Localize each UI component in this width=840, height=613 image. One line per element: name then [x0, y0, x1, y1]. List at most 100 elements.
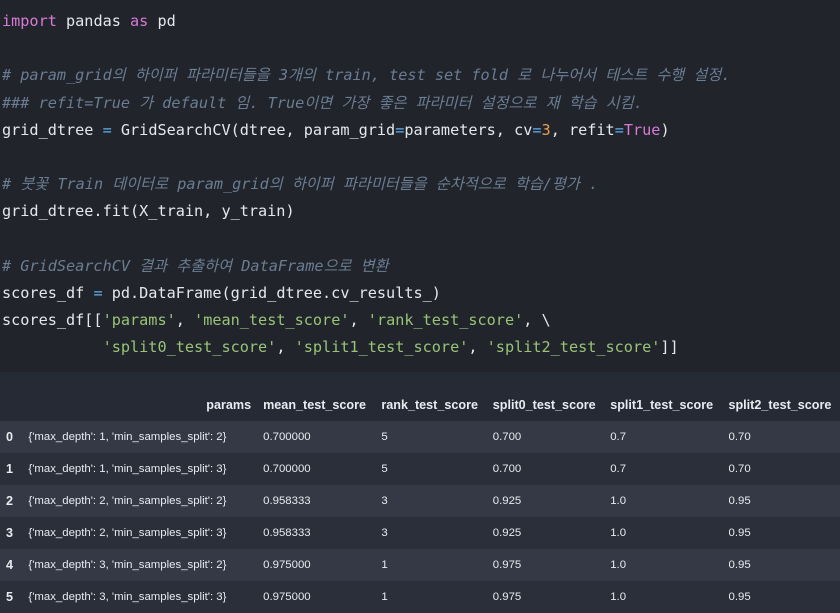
- code-token: =: [614, 120, 624, 139]
- code-token: import: [2, 12, 57, 30]
- table-row: 1 {'max_depth': 1, 'min_samples_split': 3…: [0, 453, 840, 485]
- table-row: 5 {'max_depth': 3, 'min_samples_split': 3…: [0, 581, 840, 613]
- code-token: =: [395, 120, 405, 139]
- table-cell: 0.700: [486, 421, 605, 453]
- table-body: 0 {'max_depth': 1, 'min_samples_split': 2…: [0, 421, 840, 613]
- code-token: scores_df[[: [2, 311, 103, 330]
- table-cell: 0.95: [722, 485, 840, 517]
- table-cell: 0.95: [722, 581, 840, 613]
- table-cell: 0.95: [722, 549, 840, 581]
- table-cell: 0.975: [486, 581, 605, 613]
- code-token: ,: [175, 311, 195, 330]
- table-cell: {'max_depth': 2, 'min_samples_split': 2}: [22, 485, 258, 517]
- table-cell: 5: [375, 421, 487, 453]
- table-cell: 5: [375, 453, 487, 485]
- code-line: scores_df[['params', 'mean_test_score' , …: [2, 307, 731, 334]
- column-header-mean-test-score: mean_test_score: [257, 389, 376, 421]
- code-token: =: [102, 120, 112, 139]
- table-cell: 0.7: [604, 453, 723, 485]
- code-token: =: [532, 120, 542, 139]
- index-header: [0, 389, 23, 421]
- code-token: =: [93, 283, 103, 302]
- code-token: 'rank_test_score': [367, 311, 524, 330]
- code-line: grid_dtree.fit(X_train, y_train): [2, 198, 731, 225]
- table-cell: {'max_depth': 3, 'min_samples_split': 2}: [22, 549, 258, 581]
- table-row: 3 {'max_depth': 2, 'min_samples_split': 3…: [0, 517, 840, 549]
- table-cell: 1.0: [604, 517, 723, 549]
- code-token: ### refit=True 가 default 임. True이면 가장 좋은…: [2, 93, 643, 112]
- table-cell: 0.925: [486, 517, 605, 549]
- column-header-split2-test-score: split2_test_score: [722, 389, 840, 421]
- code-token: as: [130, 12, 149, 30]
- code-line: ### refit=True 가 default 임. True이면 가장 좋은…: [2, 90, 731, 117]
- code-token: True: [623, 120, 661, 139]
- code-token: , \: [523, 311, 551, 330]
- code-line: grid_dtree = GridSearchCV(dtree, param_g…: [2, 117, 731, 144]
- table-cell: 0.95: [722, 517, 840, 549]
- column-header-split1-test-score: split1_test_score: [604, 389, 723, 421]
- code-editor[interactable]: import pandas as pd # param_grid의 하이퍼 파라미…: [2, 8, 731, 361]
- table-cell: 1.0: [604, 485, 723, 517]
- column-header-rank-test-score: rank_test_score: [375, 389, 487, 421]
- code-token: ): [660, 120, 670, 139]
- code-token: 'split1_test_score': [294, 338, 469, 357]
- table-cell: 1: [375, 581, 487, 613]
- table-row: 4 {'max_depth': 3, 'min_samples_split': 2…: [0, 549, 840, 581]
- row-index: 3: [0, 517, 23, 549]
- table-cell: 0.70: [722, 421, 840, 453]
- table-cell: 0.925: [486, 485, 605, 517]
- code-token: pandas: [56, 12, 131, 30]
- code-token: # 붓꽃 Train 데이터로 param_grid의 하이퍼 파라미터들을 순…: [2, 175, 599, 194]
- code-token: pd: [148, 12, 176, 30]
- table-cell: 3: [375, 485, 487, 517]
- code-token: scores_df: [2, 283, 94, 302]
- code-token: 3: [541, 120, 551, 139]
- code-token: 'split2_test_score': [486, 338, 661, 357]
- code-token: 'mean_test_score': [194, 311, 350, 330]
- code-token: grid_dtree.fit(X_train, y_train): [2, 202, 295, 221]
- table-cell: 0.975: [486, 549, 605, 581]
- table-cell: 1: [375, 549, 487, 581]
- table-row: 0 {'max_depth': 1, 'min_samples_split': 2…: [0, 421, 840, 453]
- row-index: 0: [0, 421, 23, 453]
- table-cell: 0.700000: [257, 421, 376, 453]
- table-cell: 0.70: [722, 453, 840, 485]
- code-token: ,: [468, 338, 487, 357]
- code-token: 'params': [102, 311, 176, 330]
- row-index: 5: [0, 581, 23, 613]
- table-header-row: params mean_test_score rank_test_score s…: [0, 389, 840, 421]
- table-cell: 1.0: [604, 549, 723, 581]
- code-line: # 붓꽃 Train 데이터로 param_grid의 하이퍼 파라미터들을 순…: [2, 171, 731, 198]
- table-cell: 1.0: [604, 581, 723, 613]
- dataframe-table: params mean_test_score rank_test_score s…: [0, 389, 840, 613]
- row-index: 1: [0, 453, 23, 485]
- table-cell: {'max_depth': 3, 'min_samples_split': 3}: [22, 581, 258, 613]
- code-token: , refit: [550, 120, 615, 139]
- table-cell: 0.700: [486, 453, 605, 485]
- code-token: pd.DataFrame(grid_dtree.cv_results_): [102, 283, 441, 302]
- table-cell: 3: [375, 517, 487, 549]
- table-cell: 0.958333: [257, 517, 376, 549]
- output-cell: params mean_test_score rank_test_score s…: [0, 372, 840, 613]
- table-cell: 0.700000: [257, 453, 376, 485]
- table-cell: {'max_depth': 2, 'min_samples_split': 3}: [22, 517, 258, 549]
- code-token: parameters, cv: [404, 120, 533, 139]
- code-token: # GridSearchCV 결과 추출하여 DataFrame으로 변환: [2, 256, 389, 275]
- code-line: scores_df = pd.DataFrame(grid_dtree.cv_r…: [2, 280, 731, 307]
- table-cell: {'max_depth': 1, 'min_samples_split': 2}: [22, 421, 258, 453]
- column-header-split0-test-score: split0_test_score: [486, 389, 605, 421]
- table-cell: 0.975000: [257, 549, 376, 581]
- code-line: 'split0_test_score', 'split1_test_score'…: [2, 334, 731, 361]
- code-token: grid_dtree: [2, 120, 103, 139]
- code-line: import pandas as pd: [2, 8, 731, 35]
- code-token: ,: [349, 311, 368, 330]
- row-index: 2: [0, 485, 23, 517]
- table-cell: 0.7: [604, 421, 723, 453]
- table-row: 2 {'max_depth': 2, 'min_samples_split': 2…: [0, 485, 840, 517]
- row-index: 4: [0, 549, 23, 581]
- code-cell[interactable]: import pandas as pd # param_grid의 하이퍼 파라미…: [0, 0, 840, 372]
